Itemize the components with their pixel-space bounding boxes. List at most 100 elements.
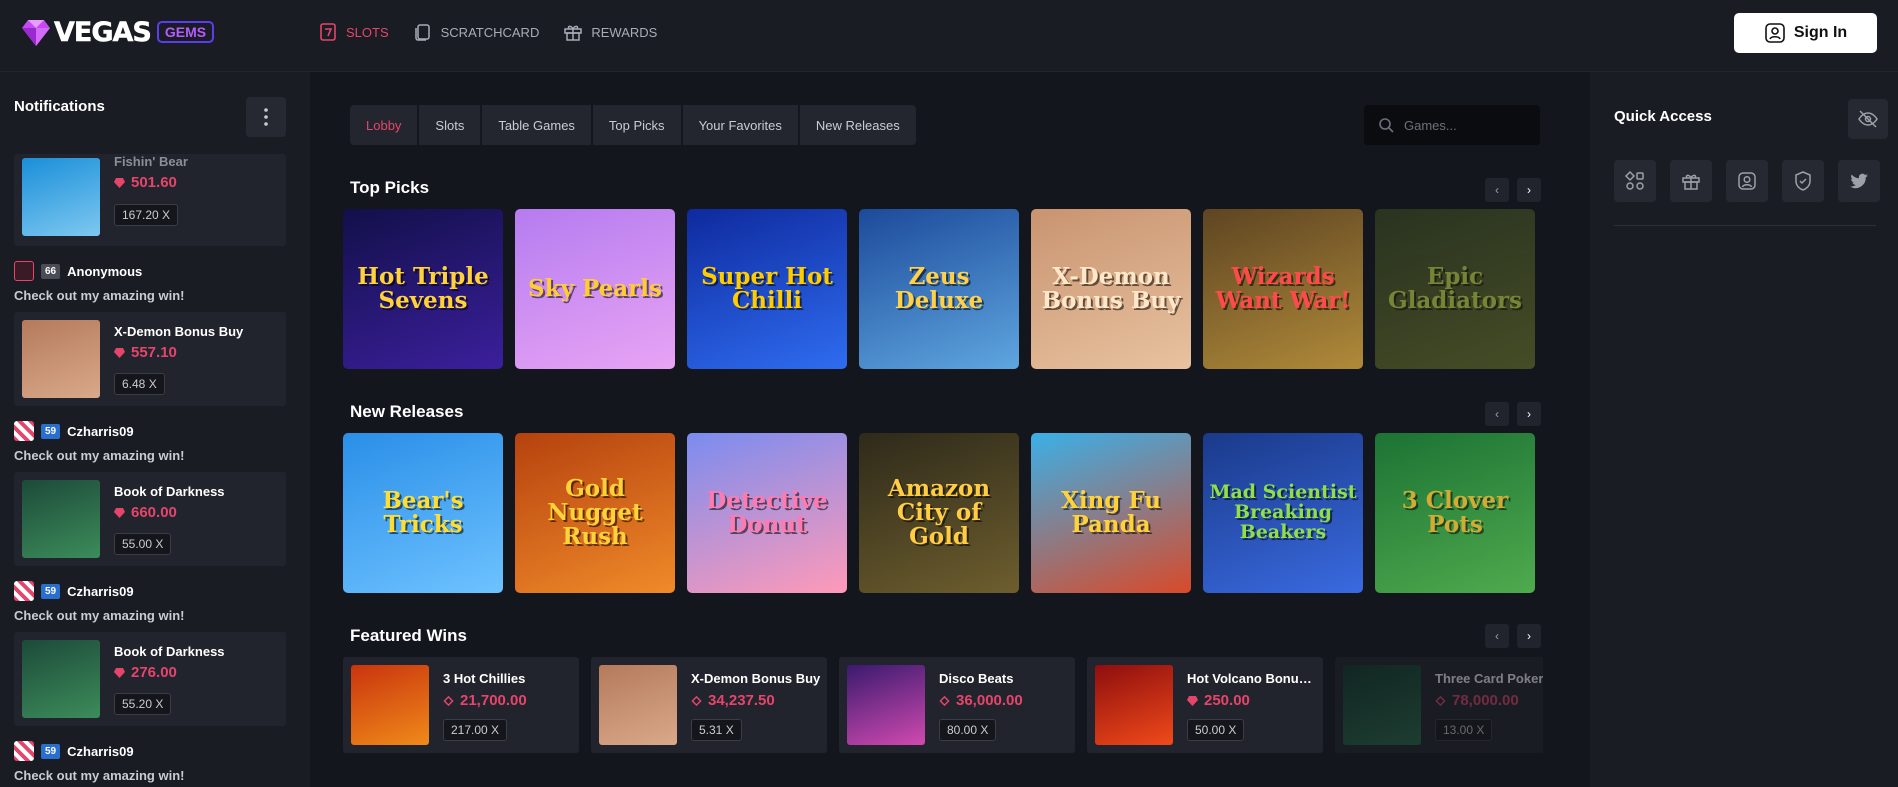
game-title: Amazon City of Gold bbox=[887, 474, 991, 551]
game-thumbnail bbox=[351, 665, 429, 745]
win-amount-value: 557.10 bbox=[131, 344, 177, 361]
apps-button[interactable] bbox=[1614, 160, 1656, 202]
game-tile[interactable]: 3 Clover Pots bbox=[1375, 433, 1535, 593]
game-tile[interactable]: Sky Pearls bbox=[515, 209, 675, 369]
twitter-button[interactable] bbox=[1838, 160, 1880, 202]
win-amount-value: 660.00 bbox=[131, 504, 177, 521]
multiplier-badge: 80.00 X bbox=[939, 719, 997, 741]
game-thumbnail bbox=[22, 158, 100, 236]
game-title: Sky Pearls bbox=[528, 274, 662, 302]
diamond-outline-icon bbox=[939, 695, 950, 706]
next-arrow-button[interactable]: › bbox=[1517, 178, 1541, 202]
notification-card[interactable]: Book of Darkness 276.00 55.20 X bbox=[14, 632, 286, 726]
game-tile[interactable]: Mad Scientist Breaking Beakers bbox=[1203, 433, 1363, 593]
nav-slots-label: SLOTS bbox=[346, 24, 389, 40]
win-amount-value: 276.00 bbox=[131, 664, 177, 681]
new-releases-title: New Releases bbox=[350, 402, 464, 421]
featured-win-card[interactable]: Hot Volcano Bonus Buy 250.00 50.00 X bbox=[1087, 657, 1323, 753]
game-name: Disco Beats bbox=[939, 671, 1014, 686]
tab-table-games[interactable]: Table Games bbox=[482, 105, 593, 145]
more-options-button[interactable] bbox=[246, 97, 286, 137]
featured-win-card[interactable]: X-Demon Bonus Buy 34,237.50 5.31 X bbox=[591, 657, 827, 753]
notification-card[interactable]: Fishin' Bear 501.60 167.20 X bbox=[14, 154, 286, 246]
avatar bbox=[14, 421, 34, 441]
prev-arrow-button[interactable]: ‹ bbox=[1485, 624, 1509, 648]
search-input[interactable] bbox=[1404, 117, 1524, 133]
featured-win-card[interactable]: 3 Hot Chillies 21,700.00 217.00 X bbox=[343, 657, 579, 753]
featured-win-card[interactable]: Disco Beats 36,000.00 80.00 X bbox=[839, 657, 1075, 753]
nav-rewards[interactable]: REWARDS bbox=[563, 22, 657, 42]
game-tile[interactable]: Bear's Tricks bbox=[343, 433, 503, 593]
next-arrow-button[interactable]: › bbox=[1517, 402, 1541, 426]
game-tile[interactable]: Zeus Deluxe bbox=[859, 209, 1019, 369]
gem-icon bbox=[114, 507, 125, 518]
game-title: Mad Scientist Breaking Beakers bbox=[1209, 481, 1357, 543]
win-amount: 276.00 bbox=[114, 664, 177, 681]
divider bbox=[1614, 225, 1876, 226]
avatar bbox=[14, 581, 34, 601]
featured-wins-title: Featured Wins bbox=[350, 626, 467, 645]
notifications-title: Notifications bbox=[14, 98, 105, 115]
quick-access-panel: Quick Access bbox=[1590, 72, 1898, 787]
slot-seven-icon bbox=[320, 23, 336, 41]
hide-panel-button[interactable] bbox=[1848, 99, 1888, 139]
win-amount-value: 34,237.50 bbox=[708, 692, 775, 709]
game-name: Fishin' Bear bbox=[114, 154, 188, 169]
multiplier-badge: 13.00 X bbox=[1435, 719, 1493, 741]
security-button[interactable] bbox=[1782, 160, 1824, 202]
tab-your-favorites[interactable]: Your Favorites bbox=[683, 105, 800, 145]
game-tile[interactable]: Super Hot Chilli bbox=[687, 209, 847, 369]
next-arrow-button[interactable]: › bbox=[1517, 624, 1541, 648]
game-tile[interactable]: Wizards Want War! bbox=[1203, 209, 1363, 369]
multiplier-badge: 55.00 X bbox=[114, 533, 172, 555]
game-tile[interactable]: Detective Donut bbox=[687, 433, 847, 593]
game-title: Hot Triple Sevens bbox=[357, 262, 489, 314]
nav-slots[interactable]: SLOTS bbox=[318, 22, 389, 42]
game-tile[interactable]: Amazon City of Gold bbox=[859, 433, 1019, 593]
tab-slots[interactable]: Slots bbox=[419, 105, 483, 145]
gem-icon bbox=[114, 667, 125, 678]
win-amount: 34,237.50 bbox=[691, 692, 775, 709]
game-tile[interactable]: Epic Gladiators bbox=[1375, 209, 1535, 369]
tab-lobby[interactable]: Lobby bbox=[350, 105, 420, 145]
game-title: Zeus Deluxe bbox=[894, 262, 984, 314]
game-title: Detective Donut bbox=[706, 486, 828, 538]
notification-user: 59 Czharris09 bbox=[14, 581, 134, 601]
notification-card[interactable]: Book of Darkness 660.00 55.00 X bbox=[14, 472, 286, 566]
prev-arrow-button[interactable]: ‹ bbox=[1485, 178, 1509, 202]
win-amount-value: 250.00 bbox=[1204, 692, 1250, 709]
game-thumbnail bbox=[22, 640, 100, 718]
username: Czharris09 bbox=[67, 743, 134, 759]
game-title: Epic Gladiators bbox=[1387, 262, 1523, 314]
username: Czharris09 bbox=[67, 583, 134, 599]
notification-message: Check out my amazing win! bbox=[14, 608, 185, 623]
main-nav: SLOTS SCRATCHCARD REWARDS bbox=[318, 22, 657, 42]
main-content: Lobby Slots Table Games Top Picks Your F… bbox=[310, 72, 1590, 787]
notification-card[interactable]: X-Demon Bonus Buy 557.10 6.48 X bbox=[14, 312, 286, 406]
username: Anonymous bbox=[67, 263, 143, 279]
nav-scratchcard[interactable]: SCRATCHCARD bbox=[413, 22, 539, 42]
game-tile[interactable]: Hot Triple Sevens bbox=[343, 209, 503, 369]
game-tile[interactable]: X-Demon Bonus Buy bbox=[1031, 209, 1191, 369]
win-amount-value: 501.60 bbox=[131, 174, 177, 191]
game-tile[interactable]: Gold Nugget Rush bbox=[515, 433, 675, 593]
gem-icon bbox=[114, 177, 125, 188]
rewards-button[interactable] bbox=[1670, 160, 1712, 202]
featured-win-card[interactable]: Three Card Poker 78,000.00 13.00 X bbox=[1335, 657, 1543, 753]
game-tile[interactable]: Xing Fu Panda bbox=[1031, 433, 1191, 593]
tab-top-picks[interactable]: Top Picks bbox=[593, 105, 683, 145]
avatar bbox=[14, 741, 34, 761]
logo[interactable]: VEGAS GEMS bbox=[20, 16, 215, 48]
profile-button[interactable] bbox=[1726, 160, 1768, 202]
win-amount-value: 21,700.00 bbox=[460, 692, 527, 709]
multiplier-badge: 167.20 X bbox=[114, 204, 179, 226]
sign-in-button[interactable]: Sign In bbox=[1734, 13, 1877, 53]
level-badge: 66 bbox=[41, 263, 61, 279]
tab-new-releases[interactable]: New Releases bbox=[800, 105, 916, 145]
game-title: Super Hot Chilli bbox=[701, 262, 833, 314]
apps-icon bbox=[1624, 170, 1644, 190]
multiplier-badge: 5.31 X bbox=[691, 719, 742, 741]
prev-arrow-button[interactable]: ‹ bbox=[1485, 402, 1509, 426]
featured-wins-arrows: ‹ › bbox=[1485, 624, 1541, 648]
new-releases-row: Bear's Tricks Gold Nugget Rush Detective… bbox=[343, 433, 1543, 595]
